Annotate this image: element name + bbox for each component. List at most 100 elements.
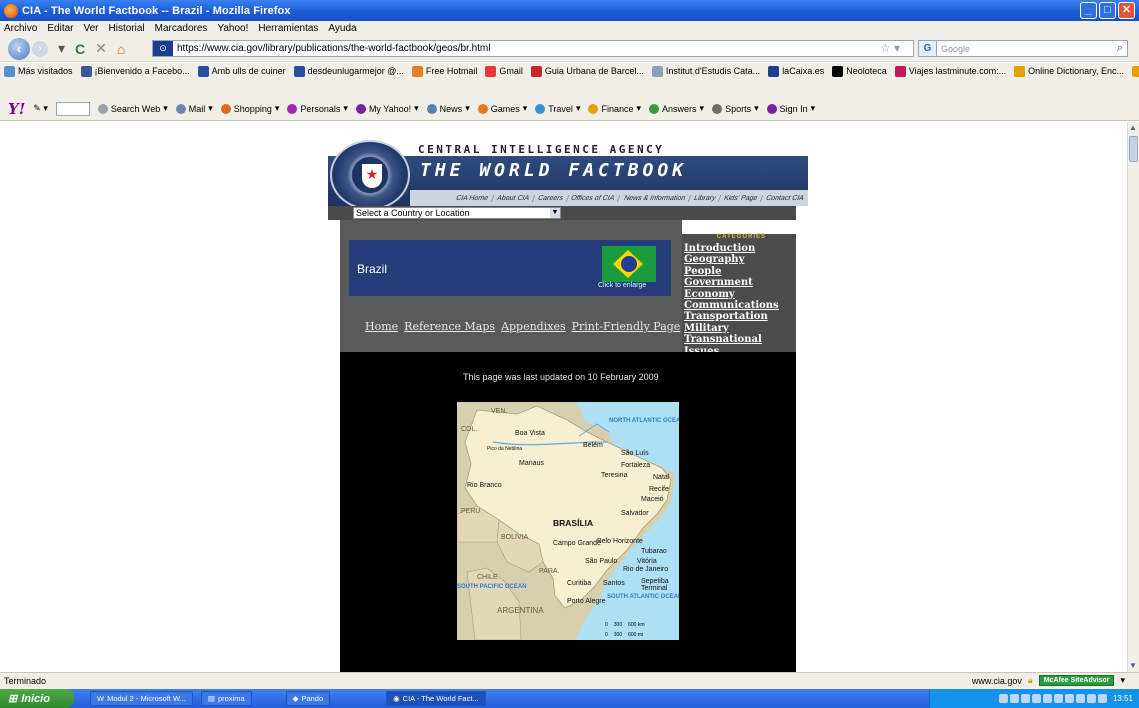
yahoo-toolbar-item[interactable]: Shopping ▾ [220,103,280,114]
yahoo-toolbar-item[interactable]: Sign In ▾ [766,103,816,114]
link-appendixes[interactable]: Appendixes [501,320,566,333]
history-dropdown-icon[interactable]: ▾ [58,40,65,57]
search-input[interactable]: G Google ⌕ [918,40,1128,57]
cia-seal-icon[interactable]: ★ [330,140,410,210]
category-military[interactable]: Military [684,323,796,334]
chevron-down-icon[interactable]: ▾ [754,103,759,114]
yahoo-toolbar-item[interactable]: Answers ▾ [649,103,704,114]
bookmark-item[interactable]: Free Hotmail [411,65,477,77]
category-government[interactable]: Government [684,277,796,288]
chevron-down-icon[interactable]: ▾ [343,103,348,114]
maximize-button[interactable]: □ [1099,2,1116,19]
category-communications[interactable]: Communications [684,300,796,311]
category-geography[interactable]: Geography [684,254,796,265]
category-transportation[interactable]: Transportation [684,311,796,322]
chevron-down-icon[interactable]: ▾ [275,103,280,114]
search-engine-icon[interactable]: G [919,41,937,56]
mcafee-siteadvisor-button[interactable]: McAfee SiteAdvisor [1038,675,1115,686]
bookmark-item[interactable]: Neoloteca [832,65,887,77]
yahoo-toolbar-item[interactable]: My Yahoo! ▾ [355,103,419,114]
bookmark-star-icon[interactable]: ☆ ▾ [880,41,900,55]
tray-icon[interactable] [1042,694,1052,703]
tray-icon[interactable] [1053,694,1063,703]
menu-archivo[interactable]: Archivo [4,23,37,34]
menu-marcadores[interactable]: Marcadores [155,23,208,34]
clock[interactable]: 13:51 [1113,694,1133,703]
cia-nav-home[interactable]: CIA Home [450,194,494,202]
bookmark-item[interactable]: desdeunlugarmejor @... [293,65,404,77]
brazil-flag-image[interactable] [602,246,656,282]
cia-nav-library[interactable]: Library [688,194,722,202]
menu-herramientas[interactable]: Herramientas [258,23,318,34]
yahoo-toolbar-item[interactable]: Finance ▾ [588,103,641,114]
chevron-down-icon[interactable]: ▾ [465,103,470,114]
link-print-friendly[interactable]: Print-Friendly Page [572,320,681,333]
scroll-down-icon[interactable]: ▼ [1129,661,1137,670]
bookmark-item[interactable]: Más visitados [4,65,73,77]
country-select[interactable]: Select a Country or Location ▼ [353,207,561,219]
reload-icon[interactable]: C [75,41,85,57]
yahoo-toolbar-item[interactable]: Sports ▾ [712,103,759,114]
minimize-button[interactable]: _ [1080,2,1097,19]
start-button[interactable]: ⊞ Inicio [0,689,74,708]
bookmark-item[interactable]: Guia Urbana de Barcel... [530,65,644,77]
chevron-down-icon[interactable]: ▾ [811,103,816,114]
menu-ver[interactable]: Ver [83,23,98,34]
scroll-up-icon[interactable]: ▲ [1129,123,1137,132]
tray-icon[interactable] [1031,694,1041,703]
forward-button[interactable]: › [32,40,48,57]
menu-historial[interactable]: Historial [109,23,145,34]
bookmark-item[interactable]: ¡Bienvenido a Facebo... [80,65,190,77]
chevron-down-icon[interactable]: ▼ [550,208,560,218]
back-button[interactable]: ‹ [8,37,30,60]
yahoo-toolbar-item[interactable]: Travel ▾ [535,103,580,114]
bookmark-item[interactable]: Gmail [485,65,523,77]
chevron-down-icon[interactable]: ▾ [208,103,213,114]
yahoo-toolbar-item[interactable]: Games ▾ [477,103,527,114]
pencil-icon[interactable]: ✎ ▾ [33,103,48,114]
flag-enlarge-link[interactable]: Click to enlarge [598,282,646,289]
lock-icon[interactable]: 🔒︎ [1028,675,1033,686]
yahoo-logo-icon[interactable]: Y! [8,100,25,118]
home-icon[interactable]: ⌂ [117,41,125,57]
brazil-map[interactable]: VEN. COL. PERU BOLIVIA PARA. CHILE ARGEN… [457,402,679,640]
yahoo-toolbar-item[interactable]: News ▾ [426,103,470,114]
cia-nav-careers[interactable]: Careers [532,194,569,202]
yahoo-search-field[interactable] [55,101,90,116]
tray-icon[interactable] [1009,694,1019,703]
cia-nav-offices[interactable]: Offices of CIA [566,194,621,202]
chevron-down-icon[interactable]: ▾ [700,103,705,114]
stop-icon[interactable]: ✕ [95,40,107,57]
menu-yahoo[interactable]: Yahoo! [217,23,248,34]
link-home[interactable]: Home [365,320,398,333]
chevron-down-icon[interactable]: ▾ [637,103,642,114]
chevron-down-icon[interactable]: ▾ [1120,675,1125,686]
yahoo-toolbar-item[interactable]: Search Web ▾ [97,103,168,114]
category-introduction[interactable]: Introduction [684,243,796,254]
tray-icon[interactable] [1086,694,1096,703]
scroll-thumb[interactable] [1129,136,1138,162]
taskbar-item-word[interactable]: W Modul 2 - Microsoft W... [90,691,193,706]
vertical-scrollbar[interactable]: ▲ ▼ [1127,122,1139,672]
tray-icon[interactable] [998,694,1008,703]
url-bar[interactable]: ⊙ https://www.cia.gov/library/publicatio… [152,40,914,57]
tray-icon[interactable] [1075,694,1085,703]
chevron-down-icon[interactable]: ▾ [163,103,168,114]
bookmark-item[interactable]: Viajes lastminute.com:... [894,65,1006,77]
search-icon[interactable]: ⌕ [1117,42,1123,55]
chevron-down-icon[interactable]: ▾ [576,103,581,114]
category-people[interactable]: People [684,266,796,277]
bookmark-item[interactable]: Web social para profe... [1132,65,1139,77]
taskbar-item-firefox[interactable]: ◉ CIA - The World Fact... [386,691,486,706]
bookmark-item[interactable]: Amb ulls de cuiner [197,65,286,77]
yahoo-toolbar-item[interactable]: Mail ▾ [175,103,213,114]
tray-icon[interactable] [1064,694,1074,703]
cia-nav-about[interactable]: About CIA [491,194,535,202]
link-reference-maps[interactable]: Reference Maps [404,320,495,333]
bookmark-item[interactable]: laCaixa.es [768,65,824,77]
cia-nav-contact[interactable]: Contact CIA [761,195,809,202]
tray-icon[interactable] [1097,694,1107,703]
yahoo-toolbar-item[interactable]: Personals ▾ [287,103,348,114]
close-button[interactable]: ✕ [1118,2,1135,19]
tray-icon[interactable] [1020,694,1030,703]
